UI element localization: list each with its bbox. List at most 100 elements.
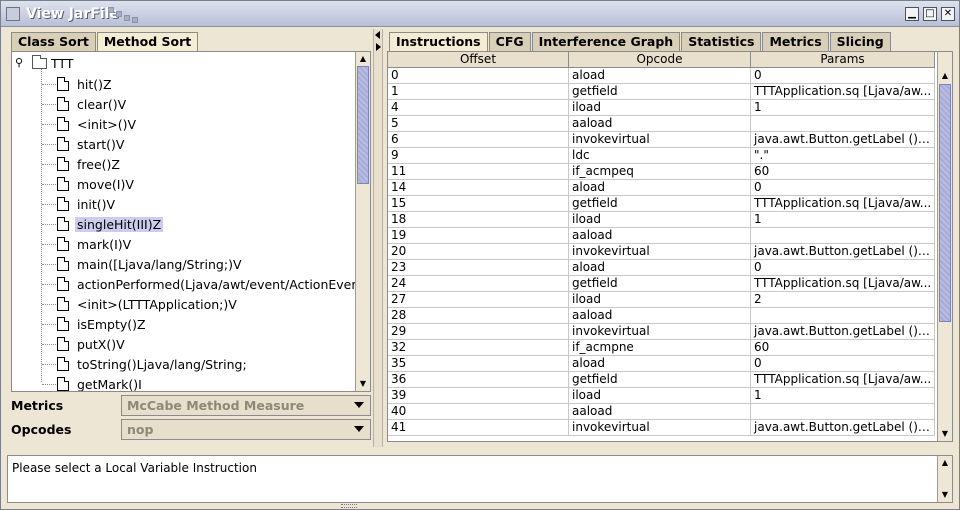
window-menu-icon[interactable] [6,7,20,21]
scroll-up-arrow-icon[interactable]: ▲ [939,70,951,82]
tree-item[interactable]: move(I)V [38,174,136,194]
tab-interference-graph[interactable]: Interference Graph [531,32,681,52]
tree-scrollbar[interactable]: ▲ ▼ [355,52,370,391]
table-row[interactable]: 11 if_acmpeq 60 [388,164,935,180]
cell-opcode: iload [569,212,751,228]
tab-slicing[interactable]: Slicing [829,32,891,52]
tree-item[interactable]: mark(I)V [38,234,133,254]
tree-item[interactable]: <init>(LTTTApplication;)V [38,294,239,314]
cell-opcode: aaload [569,308,751,324]
tree-item[interactable]: free()Z [38,154,122,174]
tree-item[interactable]: clear()V [38,94,128,114]
cell-opcode: invokevirtual [569,244,751,260]
collapse-right-icon[interactable] [376,43,381,51]
cell-offset: 14 [388,180,569,196]
chevron-down-icon[interactable] [354,402,364,408]
tree-item-label: hit()Z [77,76,112,92]
tree-item[interactable]: isEmpty()Z [38,314,148,334]
column-header-offset[interactable]: Offset [388,52,569,68]
table-row[interactable]: 24 getfield TTTApplication.sq [Ljava/aw... [388,276,935,292]
table-row[interactable]: 9 ldc "." [388,148,935,164]
tree-item[interactable]: singleHit(III)Z [38,214,164,234]
tree-item[interactable]: <init>()V [38,114,138,134]
cell-opcode: getfield [569,196,751,212]
cell-params: java.awt.Button.getLabel ()Lj... [751,420,935,436]
scroll-down-arrow-icon[interactable]: ▼ [939,489,951,501]
table-row[interactable]: 36 getfield TTTApplication.sq [Ljava/aw... [388,372,935,388]
scroll-down-arrow-icon[interactable]: ▼ [939,428,951,440]
tree-item-label: move(I)V [77,176,134,192]
tree-item-label: getMark()I [77,376,142,392]
table-row[interactable]: 1 getfield TTTApplication.sq [Ljava/aw... [388,84,935,100]
table-row[interactable]: 28 aaload [388,308,935,324]
method-document-icon [57,117,69,131]
table-row[interactable]: 40 aaload [388,404,935,420]
table-row[interactable]: 20 invokevirtual java.awt.Button.getLabel … [388,244,935,260]
column-header-params[interactable]: Params [751,52,935,68]
tab-instructions[interactable]: Instructions [389,32,488,52]
tree-item[interactable]: getMark()I [38,374,144,392]
table-row[interactable]: 19 aaload [388,228,935,244]
tree-item[interactable]: hit()Z [38,74,114,94]
table-row[interactable]: 15 getfield TTTApplication.sq [Ljava/aw... [388,196,935,212]
minimize-button[interactable]: ▁ [905,7,919,21]
tree-root[interactable]: ⚲ TTT [15,54,73,72]
tree-branch-line [42,223,56,225]
cell-params: 60 [751,164,935,180]
scroll-up-arrow-icon[interactable]: ▲ [939,457,951,469]
table-scrollbar[interactable]: ▲ ▼ [937,52,952,441]
table-row[interactable]: 4 iload 1 [388,100,935,116]
tree-item[interactable]: start()V [38,134,126,154]
table-row[interactable]: 14 aload 0 [388,180,935,196]
opcodes-select[interactable]: nop [121,419,371,440]
close-button[interactable]: ✕ [941,7,955,21]
resize-grip[interactable] [341,504,357,508]
tree-item[interactable]: toString()Ljava/lang/String; [38,354,249,374]
table-row[interactable]: 0 aload 0 [388,68,935,84]
chevron-down-icon[interactable] [354,426,364,432]
status-scrollbar[interactable]: ▲ ▼ [937,456,952,502]
table-row[interactable]: 29 invokevirtual java.awt.Button.getLabel … [388,324,935,340]
collapse-left-icon[interactable] [375,31,380,39]
expand-pin-icon[interactable]: ⚲ [15,57,27,69]
scroll-thumb[interactable] [939,84,951,322]
tree-branch-line [42,343,56,345]
table-row[interactable]: 41 invokevirtual java.awt.Button.getLabel … [388,420,935,436]
tab-class-sort[interactable]: Class Sort [11,32,96,52]
cell-opcode: invokevirtual [569,420,751,436]
tab-method-sort[interactable]: Method Sort [96,32,199,52]
scroll-down-arrow-icon[interactable]: ▼ [357,378,369,390]
tab-cfg[interactable]: CFG [488,32,531,52]
tab-statistics[interactable]: Statistics [681,32,762,52]
tree-branch-line [42,323,56,325]
tab-metrics[interactable]: Metrics [762,32,829,52]
scroll-thumb[interactable] [357,66,369,184]
tree-branch-line [42,203,56,205]
table-row[interactable]: 32 if_acmpne 60 [388,340,935,356]
tree-item[interactable]: init()V [38,194,117,214]
tree-item[interactable]: actionPerformed(Ljava/awt/event/ActionEv… [38,274,370,294]
cell-params [751,404,935,420]
title-bar[interactable]: View JarFile ▁ □ ✕ [1,1,959,27]
split-divider[interactable] [373,29,383,447]
scroll-up-arrow-icon[interactable]: ▲ [357,53,369,65]
instructions-table: Offset Opcode Params 0 aload 0 1 getfield TTT… [387,51,953,442]
column-header-opcode[interactable]: Opcode [569,52,751,68]
metrics-select-value: McCabe Method Measure [127,398,305,413]
table-row[interactable]: 5 aaload [388,116,935,132]
tree-item[interactable]: putX()V [38,334,127,354]
table-row[interactable]: 6 invokevirtual java.awt.Button.getLabel (… [388,132,935,148]
metrics-select[interactable]: McCabe Method Measure [121,395,371,416]
table-row[interactable]: 23 aload 0 [388,260,935,276]
table-row[interactable]: 27 iload 2 [388,292,935,308]
table-row[interactable]: 35 aload 0 [388,356,935,372]
method-document-icon [57,157,69,171]
tree-item[interactable]: main([Ljava/lang/String;)V [38,254,244,274]
table-row[interactable]: 18 iload 1 [388,212,935,228]
cell-offset: 24 [388,276,569,292]
cell-opcode: aload [569,260,751,276]
opcodes-select-value: nop [127,422,154,437]
table-row[interactable]: 39 iload 1 [388,388,935,404]
right-panel: Instructions CFG Interference Graph Stat… [385,31,955,444]
maximize-button[interactable]: □ [923,7,937,21]
